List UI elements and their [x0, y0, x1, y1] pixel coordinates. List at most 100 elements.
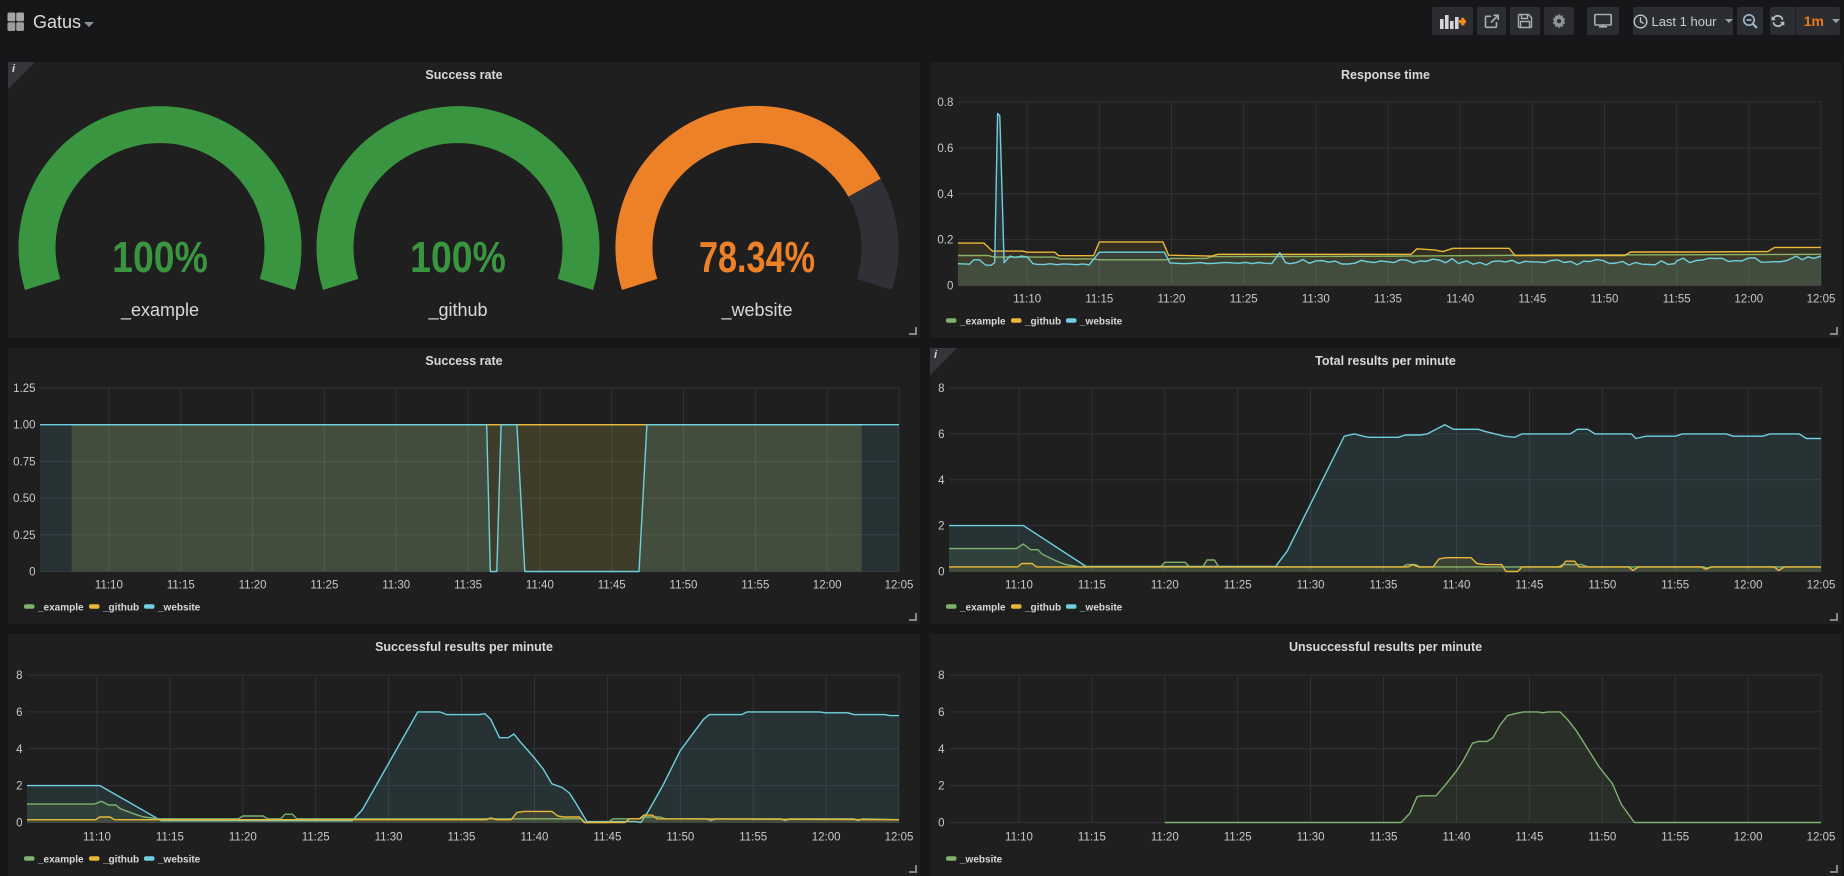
svg-text:12:05: 12:05: [1807, 832, 1836, 844]
svg-text:11:50: 11:50: [666, 832, 694, 844]
svg-text:11:45: 11:45: [598, 580, 626, 592]
svg-text:11:35: 11:35: [1370, 580, 1398, 592]
svg-text:6: 6: [16, 707, 22, 719]
svg-text:11:40: 11:40: [1446, 294, 1474, 306]
svg-text:6: 6: [938, 707, 944, 719]
svg-text:11:20: 11:20: [239, 580, 267, 592]
svg-text:11:20: 11:20: [229, 832, 257, 844]
svg-text:0.8: 0.8: [937, 97, 953, 109]
svg-text:_website: _website: [157, 603, 201, 614]
svg-text:78.34%: 78.34%: [699, 233, 815, 282]
svg-text:11:50: 11:50: [1588, 832, 1616, 844]
svg-text:0: 0: [938, 567, 944, 579]
svg-text:11:25: 11:25: [302, 832, 330, 844]
svg-text:11:15: 11:15: [156, 832, 184, 844]
svg-text:11:35: 11:35: [1370, 832, 1398, 844]
svg-text:6: 6: [938, 429, 944, 441]
svg-text:_github: _github: [102, 603, 139, 614]
svg-text:11:50: 11:50: [1591, 294, 1619, 306]
svg-text:11:15: 11:15: [1078, 832, 1106, 844]
svg-text:11:55: 11:55: [739, 832, 767, 844]
svg-text:0.25: 0.25: [13, 530, 35, 542]
svg-text:11:50: 11:50: [1588, 580, 1616, 592]
svg-text:8: 8: [938, 383, 944, 395]
svg-text:_website: _website: [720, 300, 792, 321]
svg-text:11:55: 11:55: [1663, 294, 1691, 306]
svg-text:2: 2: [938, 781, 944, 793]
svg-text:100%: 100%: [112, 232, 208, 282]
svg-text:11:25: 11:25: [1224, 580, 1252, 592]
svg-text:11:20: 11:20: [1151, 832, 1179, 844]
svg-text:11:10: 11:10: [1005, 580, 1033, 592]
svg-text:11:30: 11:30: [1302, 294, 1330, 306]
svg-text:_website: _website: [1079, 317, 1123, 328]
svg-text:_github: _github: [1024, 603, 1061, 614]
svg-text:11:15: 11:15: [1078, 580, 1106, 592]
svg-text:4: 4: [938, 744, 945, 756]
svg-text:_github: _github: [1024, 317, 1061, 328]
svg-text:11:50: 11:50: [670, 580, 698, 592]
svg-text:11:10: 11:10: [1005, 832, 1033, 844]
svg-text:11:45: 11:45: [593, 832, 621, 844]
svg-text:1.25: 1.25: [13, 383, 35, 395]
svg-text:11:30: 11:30: [382, 580, 410, 592]
svg-text:0.6: 0.6: [937, 143, 953, 155]
svg-text:_example: _example: [37, 603, 84, 614]
svg-text:12:00: 12:00: [1734, 294, 1763, 306]
svg-text:_website: _website: [157, 855, 201, 866]
svg-text:_example: _example: [959, 603, 1006, 614]
svg-text:11:40: 11:40: [1443, 832, 1471, 844]
svg-text:_website: _website: [959, 855, 1003, 866]
svg-text:0.50: 0.50: [13, 493, 35, 505]
svg-text:12:00: 12:00: [1734, 832, 1763, 844]
svg-text:0: 0: [947, 281, 953, 293]
svg-text:2: 2: [938, 521, 944, 533]
svg-text:4: 4: [16, 744, 23, 756]
svg-text:11:35: 11:35: [448, 832, 476, 844]
svg-text:8: 8: [16, 670, 22, 682]
svg-text:11:45: 11:45: [1515, 832, 1543, 844]
svg-text:11:25: 11:25: [1230, 294, 1258, 306]
svg-text:11:35: 11:35: [1374, 294, 1402, 306]
svg-text:0.75: 0.75: [13, 456, 35, 468]
svg-text:11:30: 11:30: [1297, 832, 1325, 844]
svg-text:11:40: 11:40: [521, 832, 549, 844]
svg-text:11:55: 11:55: [1661, 832, 1689, 844]
svg-text:11:25: 11:25: [310, 580, 338, 592]
svg-text:0.4: 0.4: [937, 189, 954, 201]
svg-text:11:20: 11:20: [1151, 580, 1179, 592]
svg-text:_example: _example: [37, 855, 84, 866]
svg-text:0: 0: [938, 818, 944, 830]
svg-text:12:05: 12:05: [1807, 294, 1836, 306]
svg-text:11:35: 11:35: [454, 580, 482, 592]
svg-text:100%: 100%: [410, 232, 506, 282]
svg-text:0: 0: [29, 567, 35, 579]
svg-text:2: 2: [16, 781, 22, 793]
svg-text:_website: _website: [1079, 603, 1123, 614]
svg-text:11:55: 11:55: [1661, 580, 1689, 592]
svg-text:11:20: 11:20: [1158, 294, 1186, 306]
svg-text:12:00: 12:00: [1734, 580, 1763, 592]
svg-text:4: 4: [938, 475, 945, 487]
svg-text:0.2: 0.2: [937, 235, 953, 247]
svg-text:11:45: 11:45: [1518, 294, 1546, 306]
svg-text:11:10: 11:10: [1013, 294, 1041, 306]
svg-text:11:15: 11:15: [167, 580, 195, 592]
svg-text:11:10: 11:10: [95, 580, 123, 592]
svg-text:12:05: 12:05: [885, 832, 914, 844]
svg-text:12:05: 12:05: [1807, 580, 1836, 592]
svg-text:12:00: 12:00: [812, 832, 841, 844]
svg-text:_github: _github: [102, 855, 139, 866]
svg-text:11:10: 11:10: [83, 832, 111, 844]
svg-text:12:00: 12:00: [813, 580, 842, 592]
svg-text:_example: _example: [959, 317, 1006, 328]
svg-text:11:30: 11:30: [1297, 580, 1325, 592]
svg-text:12:05: 12:05: [885, 580, 914, 592]
svg-text:11:25: 11:25: [1224, 832, 1252, 844]
svg-text:11:40: 11:40: [1443, 580, 1471, 592]
svg-text:11:30: 11:30: [375, 832, 403, 844]
svg-text:_github: _github: [427, 300, 487, 321]
svg-text:11:45: 11:45: [1515, 580, 1543, 592]
svg-text:11:55: 11:55: [741, 580, 769, 592]
svg-text:11:40: 11:40: [526, 580, 554, 592]
